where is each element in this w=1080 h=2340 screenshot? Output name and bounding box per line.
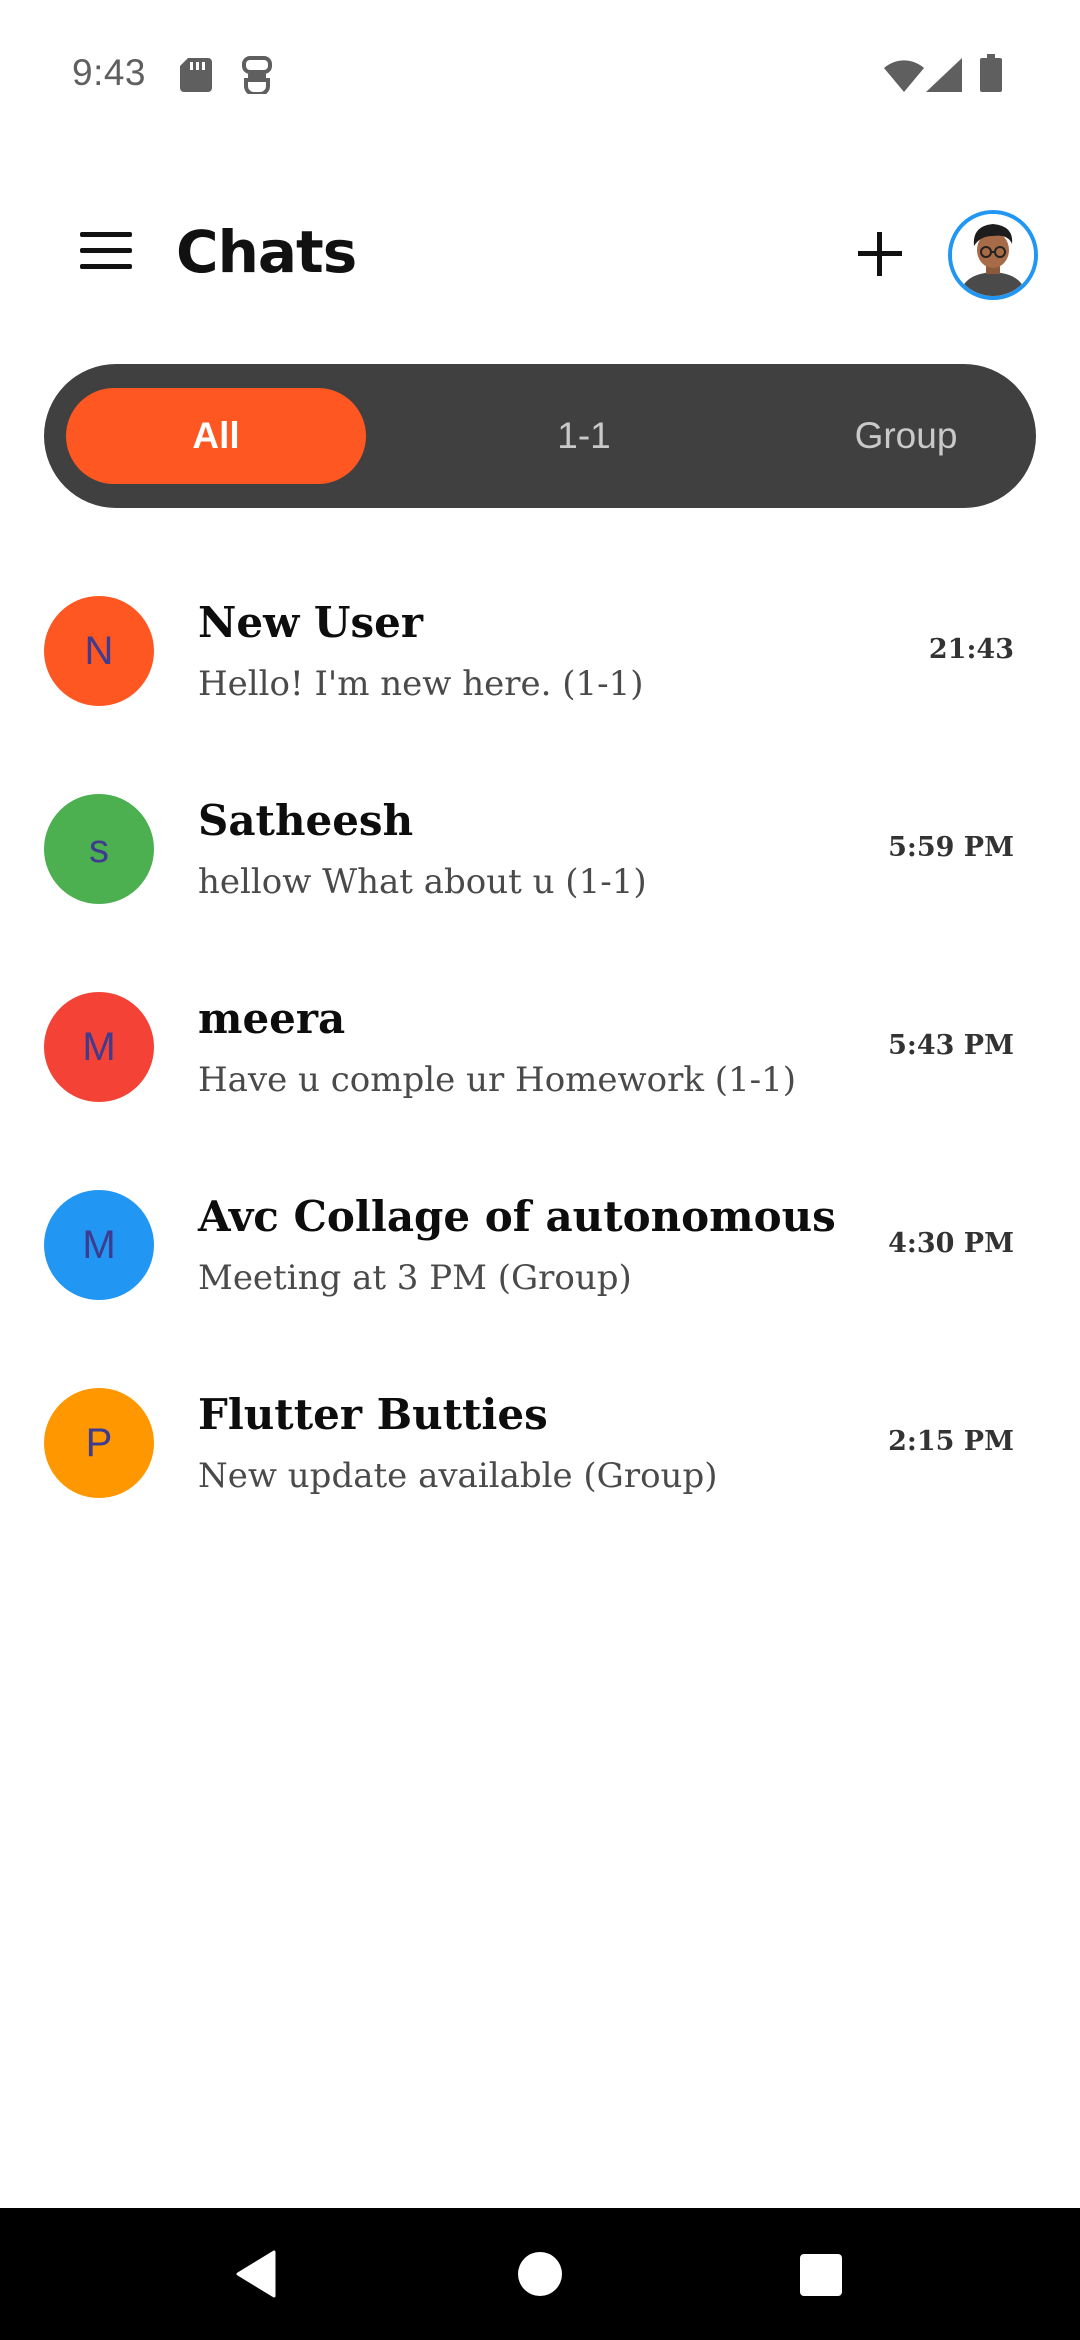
chat-time: 5:43 PM (888, 1030, 1014, 1061)
chat-avatar: M (44, 992, 154, 1102)
status-time: 9:43 (72, 52, 147, 93)
chat-time: 2:15 PM (888, 1426, 1014, 1457)
battery-icon (980, 54, 1002, 92)
chat-filter-segmented: All 1-1 Group (44, 364, 1036, 508)
chats-screen: 9:43 Chats All 1-1 Group N New User Hell… (0, 0, 1080, 2340)
chat-last-message: Hello! I'm new here. (1-1) (198, 664, 644, 704)
chat-name: meera (198, 994, 346, 1043)
chat-name: Avc Collage of autonomous (198, 1192, 836, 1241)
page-title: Chats (176, 218, 357, 286)
menu-icon[interactable] (80, 232, 136, 276)
chat-last-message: hellow What about u (1-1) (198, 862, 647, 902)
chat-last-message: Meeting at 3 PM (Group) (198, 1258, 632, 1298)
status-bar: 9:43 (0, 0, 1080, 150)
chat-avatar: P (44, 1388, 154, 1498)
chat-list: N New User Hello! I'm new here. (1-1) 21… (0, 572, 1080, 1562)
add-icon[interactable] (856, 230, 904, 278)
chat-last-message: New update available (Group) (198, 1456, 718, 1496)
chat-list-item[interactable]: P Flutter Butties New update available (… (0, 1364, 1080, 1562)
chat-name: Flutter Butties (198, 1390, 548, 1439)
chat-avatar: N (44, 596, 154, 706)
chat-time: 4:30 PM (888, 1228, 1014, 1259)
app-bar: Chats (0, 200, 1080, 310)
chat-avatar: M (44, 1190, 154, 1300)
chat-list-item[interactable]: N New User Hello! I'm new here. (1-1) 21… (0, 572, 1080, 770)
chat-last-message: Have u comple ur Homework (1-1) (198, 1060, 797, 1100)
back-icon[interactable] (236, 2250, 276, 2298)
robot-icon (242, 56, 272, 94)
chat-name: Satheesh (198, 796, 414, 845)
recents-icon[interactable] (800, 2254, 842, 2296)
chat-list-item[interactable]: M Avc Collage of autonomous Meeting at 3… (0, 1166, 1080, 1364)
profile-avatar[interactable] (948, 210, 1038, 300)
signal-icon (926, 58, 962, 92)
tab-one-to-one[interactable]: 1-1 (434, 388, 734, 484)
wifi-icon (884, 60, 924, 92)
chat-time: 21:43 (928, 634, 1014, 665)
home-icon[interactable] (518, 2252, 562, 2296)
chat-avatar: s (44, 794, 154, 904)
tab-all[interactable]: All (66, 388, 366, 484)
person-avatar-icon (952, 214, 1034, 296)
system-nav-bar (0, 2208, 1080, 2340)
sd-card-icon (180, 58, 212, 92)
chat-time: 5:59 PM (888, 832, 1014, 863)
chat-name: New User (198, 598, 424, 647)
chat-list-item[interactable]: M meera Have u comple ur Homework (1-1) … (0, 968, 1080, 1166)
tab-group[interactable]: Group (756, 388, 1056, 484)
chat-list-item[interactable]: s Satheesh hellow What about u (1-1) 5:5… (0, 770, 1080, 968)
